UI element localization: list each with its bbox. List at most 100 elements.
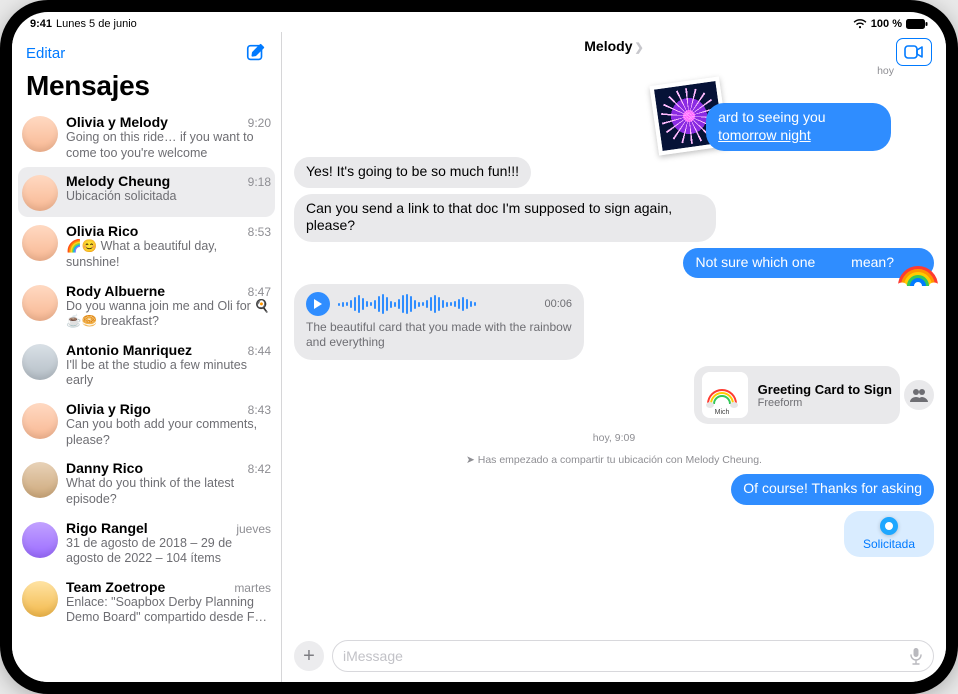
conversation-name: Olivia y Melody xyxy=(66,114,168,130)
conversation-sidebar: Editar Mensajes Olivia y Melody 9:20 Goin… xyxy=(12,32,282,682)
conversation-name: Olivia y Rigo xyxy=(66,401,151,417)
conversation-preview: What do you think of the latest episode? xyxy=(66,476,271,507)
compose-button[interactable] xyxy=(243,40,269,66)
conversation-item[interactable]: Rody Albuerne 8:47 Do you wanna join me a… xyxy=(12,277,281,336)
system-text: Has empezado a compartir tu ubicación co… xyxy=(478,454,762,466)
avatar xyxy=(22,403,58,439)
status-time: 9:41 xyxy=(30,18,52,30)
video-icon xyxy=(904,45,924,59)
outgoing-message[interactable]: ard to seeing you tomorrow night xyxy=(706,103,891,151)
battery-icon xyxy=(906,19,928,29)
message-link[interactable]: tomorrow night xyxy=(718,127,811,143)
conversation-preview: Going on this ride… if you want to come … xyxy=(66,130,271,161)
input-placeholder: iMessage xyxy=(343,648,403,664)
conversation-time: 9:18 xyxy=(244,175,271,189)
wifi-icon xyxy=(853,19,867,29)
conversation-item[interactable]: Olivia y Rigo 8:43 Can you both add your … xyxy=(12,395,281,454)
battery-percent: 100 % xyxy=(871,18,902,30)
outgoing-message[interactable]: Not sure which one mean? xyxy=(683,248,934,279)
message-composer: + iMessage xyxy=(282,634,946,682)
conversation-time: 8:43 xyxy=(244,403,271,417)
location-request-label: Solicitada xyxy=(863,537,915,551)
conversation-preview: Enlace: "Soapbox Derby Planning Demo Boa… xyxy=(66,595,271,626)
avatar xyxy=(22,522,58,558)
message-list[interactable]: hoy ard to seeing you tomorrow night Yes… xyxy=(282,61,946,634)
audio-message[interactable]: 00:06 The beautiful card that you made w… xyxy=(294,284,584,360)
plus-icon: + xyxy=(303,646,315,666)
device-bezel: 9:41 Lunes 5 de junio 100 % ••• Editar xyxy=(0,0,958,694)
play-button[interactable] xyxy=(306,292,330,316)
conversation-name: Team Zoetrope xyxy=(66,579,165,595)
avatar xyxy=(22,581,58,617)
collaboration-button[interactable] xyxy=(904,380,934,410)
location-arrow-icon: ➤ xyxy=(466,454,478,466)
incoming-message[interactable]: Can you send a link to that doc I'm supp… xyxy=(294,194,716,242)
message-input[interactable]: iMessage xyxy=(332,640,934,672)
shared-document[interactable]: Mich Greeting Card to Sign Freeform xyxy=(694,366,900,424)
message-text: ard to seeing you xyxy=(718,109,825,125)
chat-title-text: Melody xyxy=(584,38,632,54)
compose-icon xyxy=(245,42,267,64)
conversation-preview: I'll be at the studio a few minutes earl… xyxy=(66,358,271,389)
message-text: Yes! It's going to be so much fun!!! xyxy=(306,163,519,179)
dictation-button[interactable] xyxy=(909,647,923,665)
conversation-item[interactable]: Danny Rico8:42 What do you think of the … xyxy=(12,454,281,513)
conversation-preview: Ubicación solicitada xyxy=(66,189,271,205)
conversation-preview: 🌈😊 What a beautiful day, sunshine! xyxy=(66,239,271,270)
conversation-time: 9:20 xyxy=(244,116,271,130)
chat-header: Melody❯ xyxy=(282,32,946,61)
conversation-preview: Do you wanna join me and Oli for 🍳☕🥯 bre… xyxy=(66,299,271,330)
system-timestamp: hoy, 9:09 xyxy=(593,430,635,446)
audio-waveform[interactable] xyxy=(338,293,536,315)
conversation-item[interactable]: Olivia y Melody 9:20 Going on this ride… … xyxy=(12,108,281,167)
message-text: Can you send a link to that doc I'm supp… xyxy=(306,200,672,234)
apps-button[interactable]: + xyxy=(294,641,324,671)
rainbow-sticker[interactable] xyxy=(896,256,940,292)
avatar xyxy=(22,225,58,261)
ipad-frame: 9:41 Lunes 5 de junio 100 % ••• Editar xyxy=(0,0,958,694)
conversation-item[interactable]: Team Zoetrope martes Enlace: "Soapbox Der… xyxy=(12,573,281,632)
chat-title-button[interactable]: Melody❯ xyxy=(584,38,643,54)
conversation-list[interactable]: Olivia y Melody 9:20 Going on this ride… … xyxy=(12,108,281,682)
conversation-name: Rigo Rangel xyxy=(66,520,148,536)
incoming-message[interactable]: Yes! It's going to be so much fun!!! xyxy=(294,157,531,188)
chevron-right-icon: ❯ xyxy=(635,42,644,54)
play-icon xyxy=(313,298,323,310)
conversation-item[interactable]: Rigo Rangeljueves 31 de agosto de 2018 –… xyxy=(12,514,281,573)
conversation-name: Rody Albuerne xyxy=(66,283,165,299)
document-app: Freeform xyxy=(758,397,892,409)
status-bar: 9:41 Lunes 5 de junio 100 % xyxy=(12,12,946,32)
conversation-preview: 31 de agosto de 2018 – 29 de agosto de 2… xyxy=(66,536,271,567)
conversation-name: Melody Cheung xyxy=(66,173,170,189)
sidebar-header: Editar xyxy=(12,32,281,68)
conversation-time: martes xyxy=(230,581,271,595)
conversation-item-selected[interactable]: Melody Cheung 9:18 Ubicación solicitada xyxy=(18,167,275,217)
messages-app: Editar Mensajes Olivia y Melody 9:20 Goin… xyxy=(12,32,946,682)
status-date: Lunes 5 de junio xyxy=(56,18,137,30)
outgoing-message[interactable]: Of course! Thanks for asking xyxy=(731,474,934,505)
conversation-view: Melody❯ hoy ard to s xyxy=(282,32,946,682)
sidebar-title: Mensajes xyxy=(12,68,281,108)
conversation-item[interactable]: Antonio Manriquez 8:44 I'll be at the stu… xyxy=(12,336,281,395)
document-thumbnail: Mich xyxy=(702,372,748,418)
audio-transcription: The beautiful card that you made with th… xyxy=(306,320,572,350)
conversation-preview: Can you both add your comments, please? xyxy=(66,417,271,448)
system-location-notice: ➤ Has empezado a compartir tu ubicación … xyxy=(466,452,762,468)
message-text: mean? xyxy=(847,254,894,270)
document-title: Greeting Card to Sign xyxy=(758,382,892,397)
conversation-name: Antonio Manriquez xyxy=(66,342,192,358)
message-text: Of course! Thanks for asking xyxy=(743,480,922,496)
conversation-time: 8:47 xyxy=(244,285,271,299)
conversation-time: 8:44 xyxy=(244,344,271,358)
conversation-item[interactable]: Olivia Rico8:53 🌈😊 What a beautiful day,… xyxy=(12,217,281,276)
timestamp: hoy xyxy=(877,65,894,77)
avatar xyxy=(22,285,58,321)
avatar xyxy=(22,116,58,152)
rainbow-icon xyxy=(896,256,940,292)
card-thumb-icon: Mich xyxy=(702,372,748,418)
location-request-bubble[interactable]: Solicitada xyxy=(844,511,934,557)
location-dot-icon xyxy=(880,517,898,535)
screen: 9:41 Lunes 5 de junio 100 % ••• Editar xyxy=(12,12,946,682)
conversation-time: 8:53 xyxy=(244,225,271,239)
edit-button[interactable]: Editar xyxy=(26,45,65,62)
